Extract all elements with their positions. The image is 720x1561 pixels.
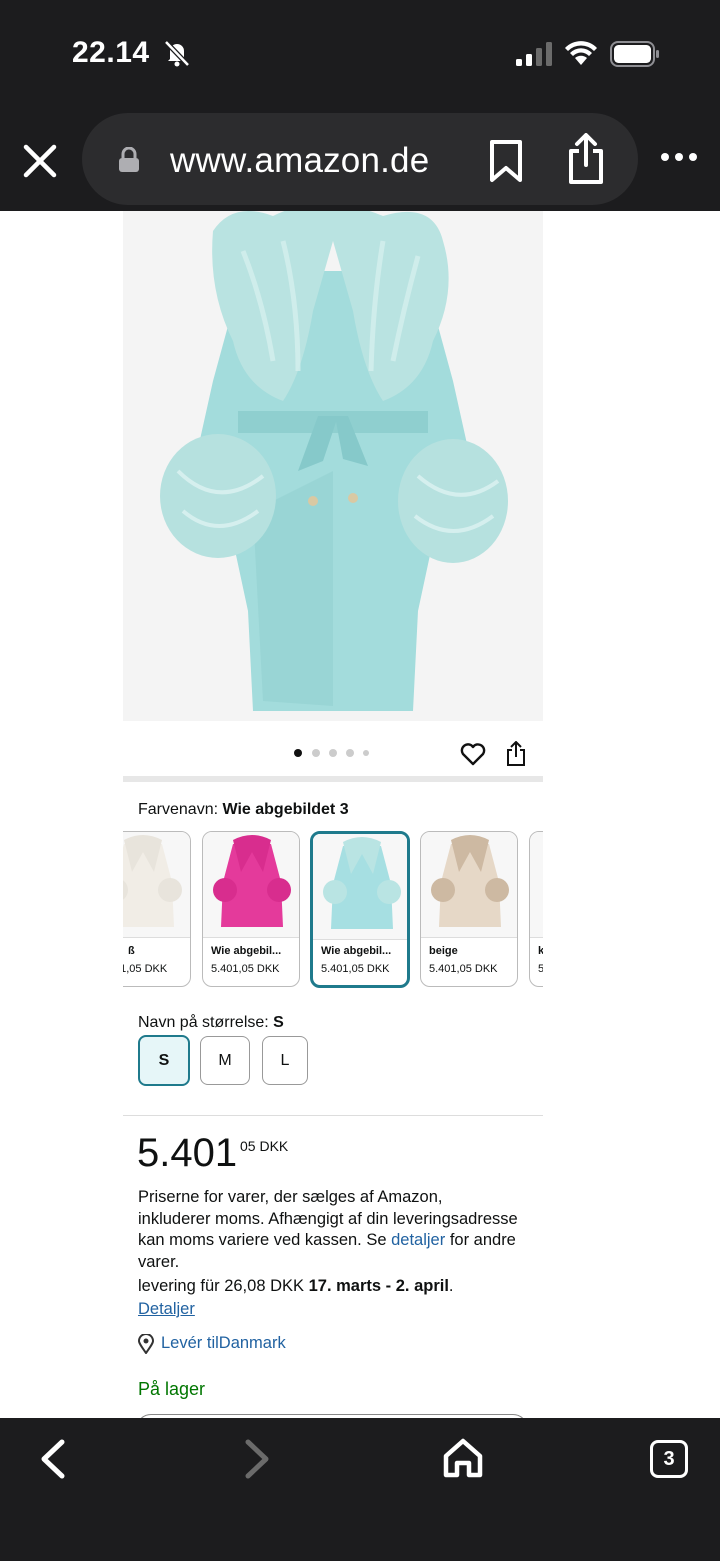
image-pagination-dots[interactable] [294,749,374,761]
product-image[interactable] [123,211,543,721]
tax-details-link[interactable]: detaljer [391,1231,445,1249]
coat-illustration [123,211,543,721]
address-bar[interactable]: www.amazon.de [82,113,638,205]
page-content: Farvenavn: Wie abgebildet 3 ß 01,05 DKK … [0,211,720,1418]
swatch-thumbnail [123,832,190,938]
share-icon[interactable] [566,133,606,185]
swatch-thumbnail [313,834,407,940]
swatch-price: 01,05 DKK [123,963,168,975]
color-swatch[interactable]: ß 01,05 DKK [123,831,191,987]
delivery-dates: 17. marts - 2. april [308,1277,449,1295]
swatch-price: 5 [538,963,543,975]
status-bar: 22.14 [0,0,720,105]
cellular-signal-icon [516,42,552,66]
color-swatch-selected[interactable]: Wie abgebil... 5.401,05 DKK [310,831,410,988]
deliver-to-link[interactable]: Levér tilDanmark [161,1334,286,1353]
location-pin-icon [138,1334,154,1354]
stock-status: På lager [138,1379,206,1399]
forward-icon[interactable] [240,1438,274,1480]
pagination-dot[interactable] [363,750,369,756]
url-text[interactable]: www.amazon.de [170,141,429,181]
color-swatch-list: ß 01,05 DKK Wie abgebil... 5.401,05 DKK … [123,831,543,988]
more-options-icon[interactable] [660,147,698,167]
price-fraction-currency: 05 DKK [240,1138,289,1154]
swatch-price: 5.401,05 DKK [211,963,280,975]
status-time: 22.14 [72,36,150,69]
pagination-dot[interactable] [329,749,337,757]
back-icon[interactable] [36,1438,70,1480]
bell-muted-icon [164,40,190,67]
bookmark-icon[interactable] [488,139,524,183]
color-value: Wie abgebildet 3 [222,801,349,818]
size-label-text: Navn på størrelse: [138,1014,269,1031]
size-name-label: Navn på størrelse: S [138,1014,284,1032]
lock-icon [119,147,139,172]
swatch-name: Wie abgebil... [321,945,392,957]
tab-switcher-button[interactable]: 3 [650,1440,688,1478]
size-option-l[interactable]: L [262,1036,308,1085]
heart-icon[interactable] [460,742,486,766]
swatch-price: 5.401,05 DKK [321,963,390,975]
color-swatch[interactable]: k 5 [529,831,543,987]
close-icon[interactable] [22,143,58,179]
delivery-info: levering für 26,08 DKK 17. marts - 2. ap… [138,1277,454,1296]
divider [123,776,543,782]
share-icon[interactable] [505,741,527,767]
tax-info: Priserne for varer, der sælges af Amazon… [138,1187,518,1273]
delivery-suffix: . [448,1277,454,1295]
delivery-details-link[interactable]: Detaljer [138,1300,195,1319]
size-option-m[interactable]: M [200,1036,250,1085]
color-swatch[interactable]: beige 5.401,05 DKK [420,831,518,987]
swatch-thumbnail [421,832,517,938]
wifi-icon [565,41,597,65]
browser-toolbar: www.amazon.de [0,105,720,211]
pagination-dot[interactable] [312,749,320,757]
delivery-prefix: levering für 26,08 DKK [138,1277,309,1295]
browser-bottom-bar: 3 [0,1418,720,1561]
swatch-name: ß [128,945,135,957]
color-label-text: Farvenavn: [138,801,219,818]
battery-icon [610,41,659,67]
color-swatch[interactable]: Wie abgebil... 5.401,05 DKK [202,831,300,987]
size-value: S [273,1014,284,1031]
pagination-dot[interactable] [294,749,302,757]
home-icon[interactable] [442,1438,484,1478]
swatch-price: 5.401,05 DKK [429,963,498,975]
size-option-s[interactable]: S [138,1035,190,1086]
swatch-name: Wie abgebil... [211,945,282,957]
swatch-name: k [538,945,543,957]
pagination-dot[interactable] [346,749,354,757]
price-whole: 5.401 [137,1131,238,1175]
swatch-name: beige [429,945,458,957]
color-name-label: Farvenavn: Wie abgebildet 3 [138,801,349,819]
swatch-thumbnail [530,832,543,938]
swatch-thumbnail [203,832,299,938]
divider [123,1115,543,1116]
